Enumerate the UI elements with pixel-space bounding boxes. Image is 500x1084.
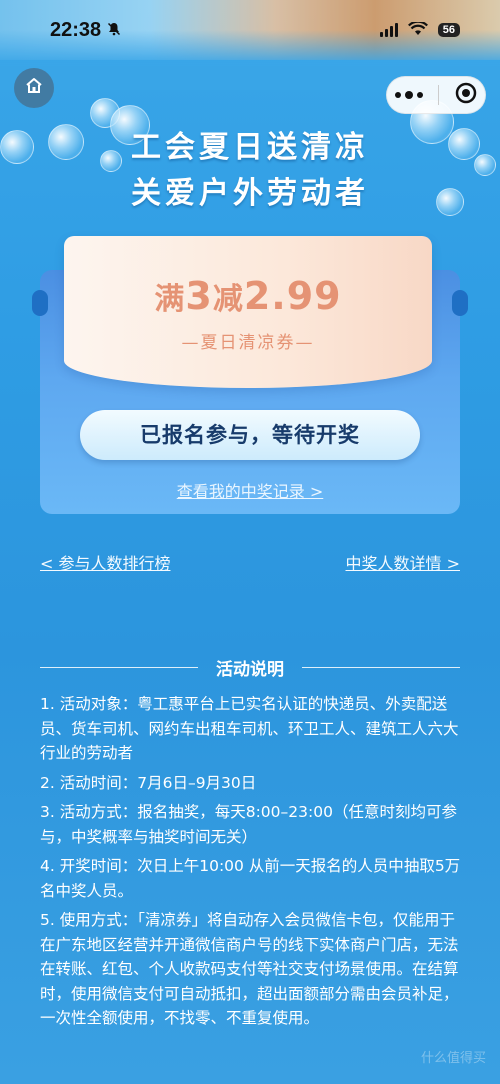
home-icon <box>24 76 44 100</box>
divider <box>40 667 198 668</box>
participant-ranking-link[interactable]: < 参与人数排行榜 <box>40 550 171 574</box>
card-notch-right <box>452 290 468 316</box>
status-bar: 22:38 56 <box>0 0 500 60</box>
rule-item: 5. 使用方式：「清凉券」将自动存入会员微信卡包，仅能用于在广东地区经营并开通微… <box>40 911 459 1027</box>
coupon-amount: 满3减2.99 <box>154 274 342 318</box>
stats-links: < 参与人数排行榜 中奖人数详情 > <box>40 550 460 574</box>
miniprogram-capsule <box>386 76 486 114</box>
card-notch-left <box>32 290 48 316</box>
rules-title: 活动说明 <box>216 660 284 680</box>
battery-indicator: 56 <box>437 23 460 37</box>
winner-details-link[interactable]: 中奖人数详情 > <box>346 550 461 574</box>
registration-status-button[interactable]: 已报名参与，等待开奖 <box>80 410 420 460</box>
rule-item: 3. 活动方式：报名抽奖，每天8:00–23:00（任意时刻均可参与，中奖概率与… <box>40 803 457 846</box>
view-win-records-link[interactable]: 查看我的中奖记录 > <box>0 478 500 502</box>
divider <box>302 667 460 668</box>
watermark: 什么值得买 <box>420 1051 486 1066</box>
page-title-line2: 关爱户外劳动者 <box>131 176 369 211</box>
rule-item: 4. 开奖时间：次日上午10:00 从前一天报名的人员中抽取5万名中奖人员。 <box>40 857 461 900</box>
status-time: 22:38 <box>50 18 102 41</box>
more-options-icon[interactable] <box>394 90 423 99</box>
page-title-line1: 工会夏日送清凉 <box>131 130 369 165</box>
close-miniprogram-icon[interactable] <box>454 81 478 109</box>
coupon-ticket: 满3减2.99 —夏日清凉券— <box>64 236 432 388</box>
cellular-signal-icon <box>379 23 398 37</box>
home-button[interactable] <box>14 68 54 108</box>
rules-section-header: 活动说明 <box>40 655 460 680</box>
rule-item: 2. 活动时间：7月6日–9月30日 <box>40 773 257 792</box>
wifi-icon <box>407 20 428 40</box>
rule-item: 1. 活动对象：粤工惠平台上已实名认证的快递员、外卖配送员、货车司机、网约车出租… <box>40 695 459 762</box>
coupon-name: —夏日清凉券— <box>181 333 315 353</box>
mute-bell-icon <box>107 19 121 42</box>
rules-list: 1. 活动对象：粤工惠平台上已实名认证的快递员、外卖配送员、货车司机、网约车出租… <box>40 692 466 1036</box>
